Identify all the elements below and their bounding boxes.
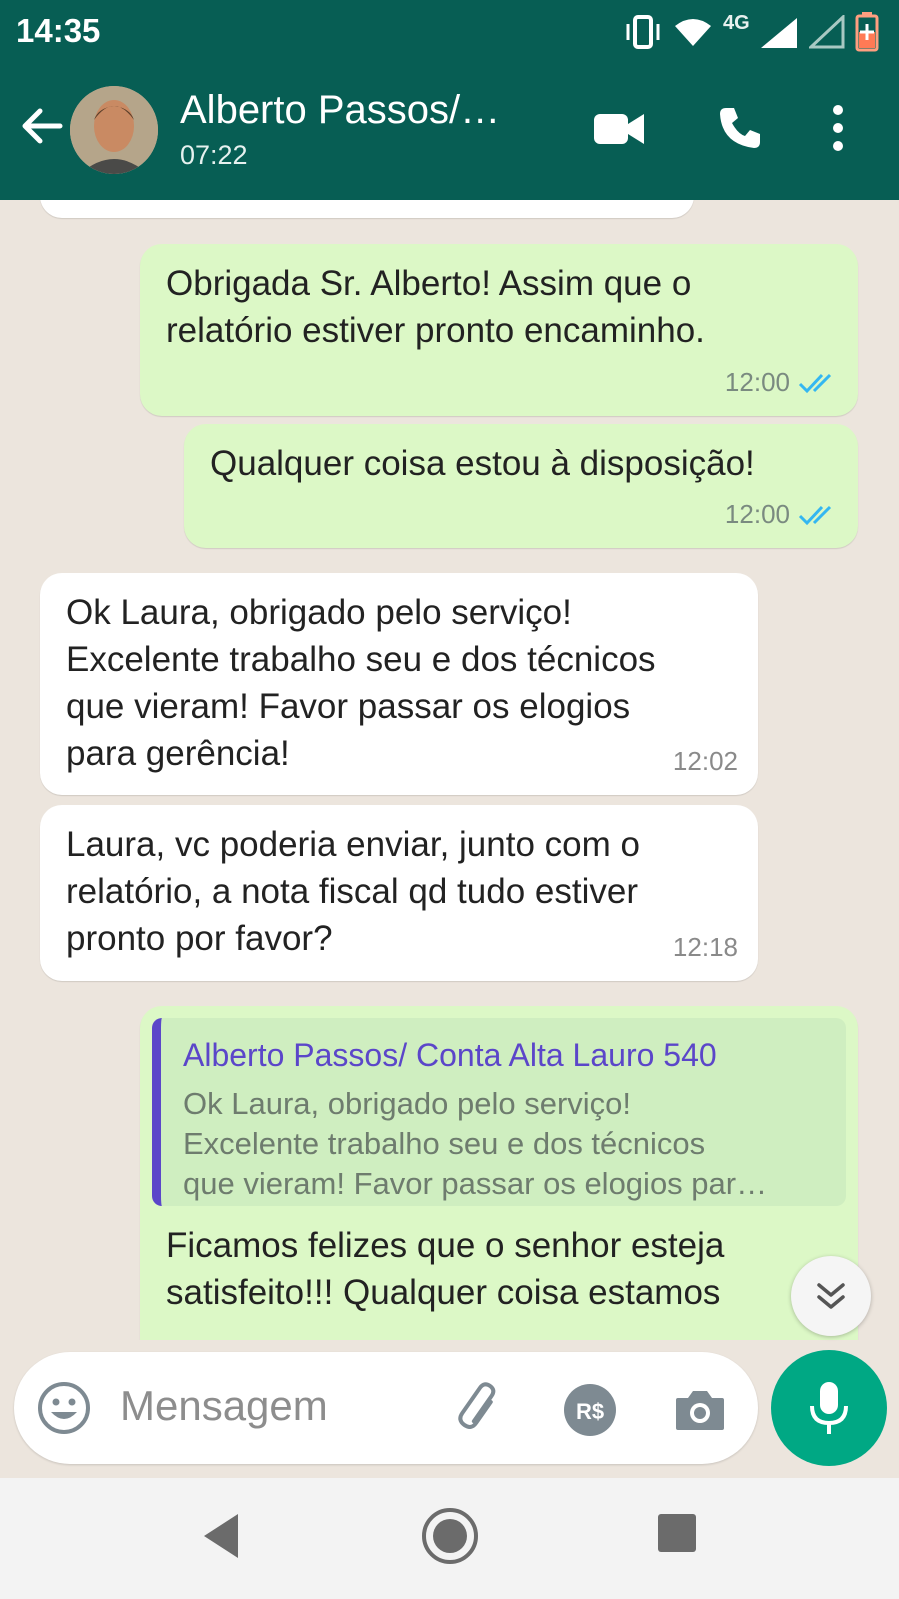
message-text: Ok Laura, obrigado pelo serviço! Excelen… [66, 593, 656, 773]
status-bar: 14:35 4G [0, 0, 899, 64]
nav-recents-icon[interactable] [656, 1512, 698, 1554]
previous-message-partial [40, 200, 694, 218]
message-time: 12:00 [724, 499, 790, 529]
voice-call-icon[interactable] [716, 104, 764, 152]
contact-name[interactable]: Alberto Passos/… [180, 88, 500, 133]
back-arrow-icon[interactable] [18, 102, 66, 150]
quoted-message[interactable]: Alberto Passos/ Conta Alta Lauro 540 Ok … [152, 1018, 846, 1206]
message-meta: 12:00 [725, 491, 838, 538]
header-row: Alberto Passos/… 07:22 [0, 80, 899, 180]
message-incoming[interactable]: Laura, vc poderia enviar, junto com o re… [40, 805, 758, 981]
nav-home-icon[interactable] [420, 1506, 480, 1566]
vibrate-icon [626, 15, 660, 49]
mic-button[interactable] [771, 1350, 887, 1466]
read-ticks-icon [798, 505, 832, 525]
avatar-photo [70, 86, 158, 174]
scroll-down-icon [817, 1283, 845, 1309]
svg-text:R$: R$ [576, 1399, 604, 1424]
scroll-down-button[interactable] [791, 1256, 871, 1336]
status-time: 14:35 [16, 12, 101, 49]
message-time: 12:18 [672, 932, 738, 962]
message-meta: 12:02 [673, 738, 738, 785]
message-text: Qualquer coisa estou à disposição! [210, 444, 755, 483]
cell-signal: 4G [723, 12, 799, 50]
status-icons: 4G [623, 12, 879, 52]
more-options-icon[interactable] [830, 104, 846, 152]
contact-avatar[interactable] [70, 86, 158, 174]
nav-back-icon[interactable] [200, 1510, 244, 1562]
chat-header: 14:35 4G Alberto Passos/… 07:22 [0, 0, 899, 200]
signal-icon [761, 18, 797, 48]
read-ticks-icon [798, 373, 832, 393]
system-nav-bar [0, 1478, 899, 1599]
message-meta: 12:00 [725, 359, 838, 406]
message-outgoing[interactable]: Obrigada Sr. Alberto! Assim que o relató… [140, 244, 858, 416]
quoted-text: Ok Laura, obrigado pelo serviço! Excelen… [183, 1086, 768, 1201]
quoted-author: Alberto Passos/ Conta Alta Lauro 540 [183, 1037, 717, 1073]
network-type: 4G [723, 12, 750, 34]
chat-area[interactable]: Obrigada Sr. Alberto! Assim que o relató… [0, 200, 899, 1340]
attach-icon[interactable] [452, 1382, 508, 1438]
mic-icon [810, 1382, 848, 1434]
message-text: Obrigada Sr. Alberto! Assim que o relató… [166, 264, 705, 350]
message-outgoing-reply[interactable]: Alberto Passos/ Conta Alta Lauro 540 Ok … [140, 1006, 858, 1340]
message-meta: 12:18 [673, 924, 738, 971]
message-time: 12:00 [724, 367, 790, 397]
message-time: 12:02 [672, 746, 738, 776]
camera-icon[interactable] [672, 1382, 728, 1438]
video-call-icon[interactable] [592, 104, 646, 154]
battery-icon [855, 12, 879, 52]
contact-status: 07:22 [180, 140, 248, 170]
message-incoming[interactable]: Ok Laura, obrigado pelo serviço! Excelen… [40, 573, 758, 795]
signal-empty-icon [809, 15, 845, 49]
message-outgoing[interactable]: Qualquer coisa estou à disposição! 12:00 [184, 424, 858, 548]
message-text: Ficamos felizes que o senhor esteja sati… [166, 1226, 725, 1312]
payment-icon[interactable]: R$ [562, 1382, 618, 1438]
emoji-icon[interactable] [36, 1380, 92, 1436]
message-composer: Mensagem R$ [14, 1352, 758, 1464]
message-text: Laura, vc poderia enviar, junto com o re… [66, 825, 640, 958]
message-input[interactable]: Mensagem [120, 1382, 328, 1430]
wifi-icon [675, 19, 711, 46]
